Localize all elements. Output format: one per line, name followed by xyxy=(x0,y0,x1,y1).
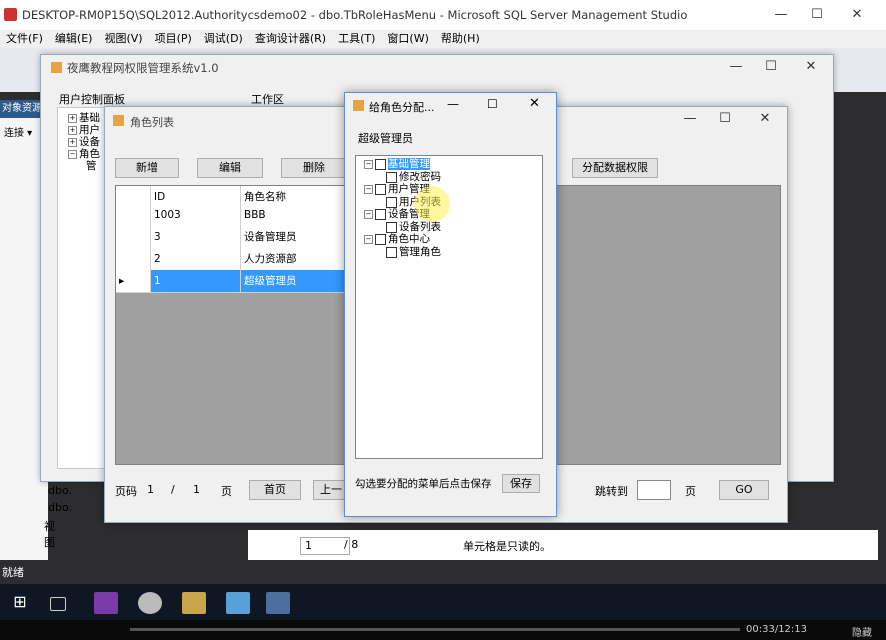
main-maximize-button[interactable]: ☐ xyxy=(756,57,786,77)
jump-label: 跳转到 xyxy=(595,485,628,498)
ssms-window-title: DESKTOP-RM0P15Q\SQL2012.Authoritycsdemo0… xyxy=(22,8,688,22)
jump-page-input[interactable] xyxy=(637,480,671,500)
menu-tools[interactable]: 工具(T) xyxy=(332,30,381,48)
menu-project[interactable]: 项目(P) xyxy=(149,30,198,48)
menu-query-designer[interactable]: 查询设计器(R) xyxy=(249,30,332,48)
jump-unit: 页 xyxy=(685,485,696,498)
pager-sep: / xyxy=(171,483,175,496)
dialog-minimize-button[interactable]: — xyxy=(447,97,459,111)
hide-button[interactable]: 隐藏 xyxy=(852,624,872,639)
main-window-title: 夜鹰教程网权限管理系统v1.0 xyxy=(67,61,219,75)
start-icon[interactable]: ⊞ xyxy=(8,592,32,614)
table-row[interactable]: 1003 BBB xyxy=(116,204,351,227)
dialog-hint: 勾选要分配的菜单后点击保存 xyxy=(355,478,492,490)
delete-button[interactable]: 删除 xyxy=(281,158,347,178)
close-button[interactable]: ✕ xyxy=(842,5,872,25)
tree-node-basic[interactable]: − 基础管理 xyxy=(364,158,430,171)
menu-file[interactable]: 文件(F) xyxy=(0,30,49,48)
nav-readonly-msg: 单元格是只读的。 xyxy=(463,540,551,553)
menu-window[interactable]: 窗口(W) xyxy=(381,30,434,48)
pager-total: 1 xyxy=(193,483,200,496)
menu-view[interactable]: 视图(V) xyxy=(98,30,148,48)
save-button[interactable]: 保存 xyxy=(502,474,540,493)
role-close-button[interactable]: ✕ xyxy=(750,109,780,129)
connect-button[interactable]: 连接 ▾ xyxy=(4,124,32,139)
dialog-maximize-button[interactable]: ☐ xyxy=(487,97,498,111)
ssms-statusbar: 就绪 xyxy=(0,562,886,584)
nav-page-input[interactable]: 1 xyxy=(300,537,350,555)
go-button[interactable]: GO xyxy=(719,480,769,500)
main-tree-node[interactable]: 管 xyxy=(86,160,97,173)
role-maximize-button[interactable]: ☐ xyxy=(710,109,740,129)
role-window-title: 角色列表 xyxy=(130,116,174,129)
menu-edit[interactable]: 编辑(E) xyxy=(49,30,99,48)
video-player-bar: 00:33/12:13 隐藏 xyxy=(0,620,886,640)
work-area-label: 工作区 xyxy=(251,93,284,106)
assign-data-permission-button[interactable]: 分配数据权限 xyxy=(572,158,658,178)
windows-taskbar: ⊞ xyxy=(0,584,886,620)
dialog-icon xyxy=(353,100,364,111)
seek-bar[interactable] xyxy=(130,628,740,631)
tools-icon[interactable] xyxy=(182,592,206,614)
cursor-highlight xyxy=(414,186,450,222)
menu-tree-panel: + 基础 + 用户 + 设备 − 角色 管 xyxy=(57,107,107,469)
video-time: 00:33/12:13 xyxy=(746,624,808,635)
dialog-title: 给角色分配... xyxy=(369,101,435,114)
menu-debug[interactable]: 调试(D) xyxy=(198,30,249,48)
pager-unit: 页 xyxy=(221,485,232,498)
first-page-button[interactable]: 首页 xyxy=(249,480,301,500)
role-minimize-button[interactable]: — xyxy=(675,109,705,129)
table-row[interactable]: 3 设备管理员 xyxy=(116,226,351,249)
main-close-button[interactable]: ✕ xyxy=(796,57,826,77)
tree-node-role-center[interactable]: − 角色中心 xyxy=(364,233,430,246)
dialog-role-name: 超级管理员 xyxy=(358,132,413,145)
pager-current: 1 xyxy=(147,483,154,496)
table-row[interactable]: 2 人力资源部 xyxy=(116,248,351,271)
task-view-icon[interactable] xyxy=(50,597,66,611)
add-button[interactable]: 新增 xyxy=(115,158,179,178)
ssms-app-icon xyxy=(4,8,17,21)
tree-item-dbo1[interactable]: dbo. xyxy=(48,484,72,497)
app-icon xyxy=(51,62,62,73)
app-icon[interactable] xyxy=(138,592,162,614)
tree-node-manage-roles[interactable]: 管理角色 xyxy=(386,246,441,259)
tree-item-views[interactable]: 视图 xyxy=(44,518,55,550)
app-window-icon[interactable] xyxy=(266,592,290,614)
ssms-menubar: 文件(F) 编辑(E) 视图(V) 项目(P) 调试(D) 查询设计器(R) 工具(T) 窗口… xyxy=(0,30,886,48)
minimize-button[interactable]: — xyxy=(766,5,796,25)
tree-item-dbo2[interactable]: dbo. xyxy=(48,501,72,514)
dialog-close-button[interactable]: ✕ xyxy=(529,96,540,111)
maximize-button[interactable]: ☐ xyxy=(802,5,832,25)
menu-help[interactable]: 帮助(H) xyxy=(435,30,486,48)
pager-label: 页码 xyxy=(115,485,137,498)
results-nav: 1 / 8 单元格是只读的。 xyxy=(248,530,878,560)
menu-permission-tree: −基础管理 修改密码 −用户管理 用户列表 −设备管理 设备列表 −角色中心 管… xyxy=(355,155,543,459)
table-row[interactable]: ▸ 1 超级管理员 xyxy=(116,270,351,293)
sql-icon[interactable] xyxy=(226,592,250,614)
edit-button[interactable]: 编辑 xyxy=(197,158,263,178)
assign-menu-dialog: 给角色分配... — ☐ ✕ 超级管理员 −基础管理 修改密码 −用户管理 用户… xyxy=(344,92,557,517)
visual-studio-icon[interactable] xyxy=(94,592,118,614)
control-panel-label: 用户控制面板 xyxy=(59,93,125,106)
ssms-titlebar: DESKTOP-RM0P15Q\SQL2012.Authoritycsdemo0… xyxy=(0,0,886,31)
role-window-icon xyxy=(113,115,124,126)
row-selector-icon: ▸ xyxy=(116,270,151,292)
nav-total: / 8 xyxy=(344,538,359,551)
main-minimize-button[interactable]: — xyxy=(721,57,751,77)
